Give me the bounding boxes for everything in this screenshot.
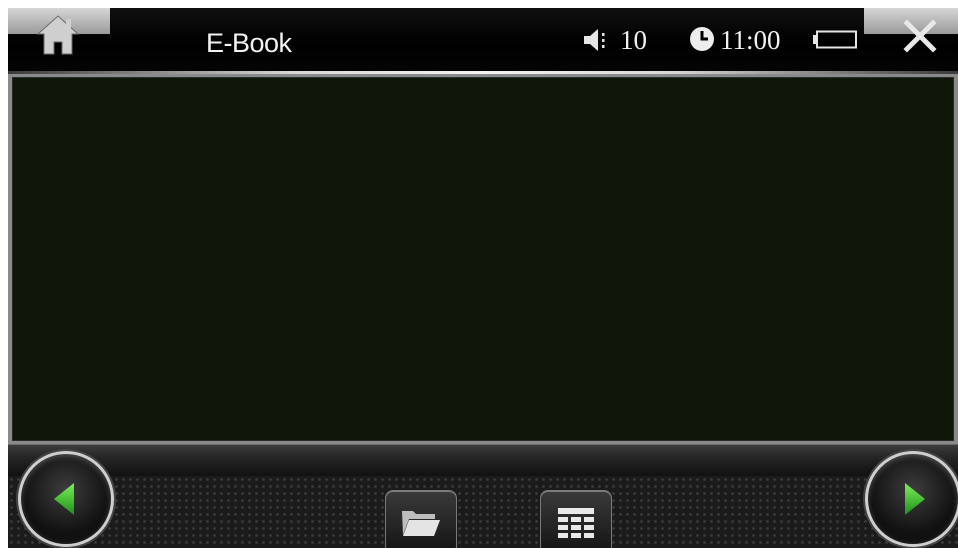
ebook-app-window: E-Book 10 11:00 <box>8 8 958 548</box>
volume-level: 10 <box>620 25 647 55</box>
home-icon[interactable] <box>36 14 80 56</box>
left-arrow-icon <box>54 483 74 515</box>
next-page-button[interactable] <box>865 451 958 547</box>
right-arrow-icon <box>905 483 925 515</box>
reader-frame <box>8 74 958 444</box>
menu-grid-button[interactable] <box>540 490 612 548</box>
open-file-button[interactable] <box>385 490 457 548</box>
status-bar: E-Book 10 11:00 <box>8 8 958 74</box>
app-title: E-Book <box>206 28 292 58</box>
speaker-icon[interactable] <box>582 26 616 54</box>
clock-time: 11:00 <box>720 25 781 55</box>
close-icon[interactable] <box>902 18 938 54</box>
grid-menu-icon <box>558 508 594 538</box>
folder-icon <box>402 511 440 536</box>
reading-progress-bar[interactable] <box>8 444 958 477</box>
reading-pane[interactable] <box>12 77 954 441</box>
battery-icon <box>813 30 857 49</box>
bottom-toolbar <box>8 476 958 548</box>
previous-page-button[interactable] <box>18 451 114 547</box>
clock-icon <box>690 27 714 51</box>
